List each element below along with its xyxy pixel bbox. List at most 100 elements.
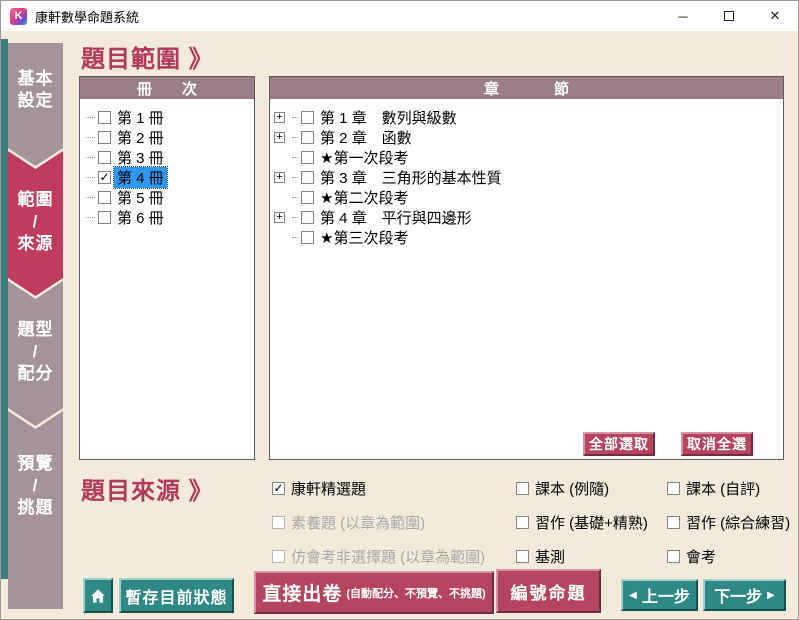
source-option-comprehensive-exam: ✓ 會考 — [664, 547, 716, 565]
maximize-button[interactable] — [706, 1, 752, 31]
volume-label[interactable]: 第 5 冊 — [114, 187, 167, 208]
direct-export-label: 直接出卷 — [262, 579, 342, 606]
source-checkbox[interactable]: ✓ — [272, 516, 285, 529]
next-step-button[interactable]: 下一步 ▶ — [703, 579, 786, 611]
chapter-row: + ✓ ★第二次段考 — [270, 187, 783, 207]
chapter-label[interactable]: ★第三次段考 — [317, 227, 411, 248]
check-icon: ✓ — [99, 171, 109, 183]
volume-checkbox[interactable]: ✓ — [98, 171, 111, 184]
chapter-label[interactable]: ★第二次段考 — [317, 187, 411, 208]
sidebar-tab-preview-pick[interactable]: 預覽 / 挑題 — [8, 411, 63, 609]
chapter-row: + ✓ ★第一次段考 — [270, 147, 783, 167]
source-label: 會考 — [686, 546, 716, 567]
volume-label[interactable]: 第 6 冊 — [114, 207, 167, 228]
chapter-checkbox[interactable]: ✓ — [301, 151, 314, 164]
source-label: 習作 (基礎+精熟) — [535, 512, 648, 533]
tab-label: 範圍 — [8, 189, 63, 211]
source-checkbox[interactable]: ✓ — [667, 550, 680, 563]
source-option-textbook-selfeval: ✓ 課本 (自評) — [664, 479, 760, 497]
left-arrow-icon: ◀ — [629, 590, 637, 601]
chapter-checkbox[interactable]: ✓ — [301, 131, 314, 144]
expand-icon[interactable]: + — [274, 112, 285, 123]
close-button[interactable]: ✕ — [752, 1, 798, 31]
tab-label: / — [8, 211, 63, 233]
question-source-title: 題目來源 》 — [81, 471, 214, 506]
source-checkbox[interactable]: ✓ — [272, 482, 285, 495]
volume-label[interactable]: 第 4 冊 — [114, 167, 167, 188]
chapter-label[interactable]: 第 4 章 平行與四邊形 — [317, 207, 475, 228]
app-icon: K — [10, 8, 27, 25]
home-button[interactable] — [83, 578, 113, 613]
source-label: 基測 — [535, 546, 565, 567]
volume-row: ✓ 第 4 冊 — [80, 167, 254, 187]
volume-checkbox[interactable]: ✓ — [98, 111, 111, 124]
source-label: 習作 (綜合練習) — [686, 512, 790, 533]
expand-icon[interactable]: + — [274, 212, 285, 223]
direct-export-sublabel: (自動配分、不預覽、不挑題) — [346, 585, 485, 601]
source-option-textbook-example: ✓ 課本 (例隨) — [513, 479, 609, 497]
volume-checkbox[interactable]: ✓ — [98, 211, 111, 224]
numbering-button[interactable]: 編號命題 — [496, 569, 601, 613]
chapter-row: + ✓ 第 3 章 三角形的基本性質 — [270, 167, 783, 187]
volume-row: ✓ 第 3 冊 — [80, 147, 254, 167]
source-option-workbook-comprehensive: ✓ 習作 (綜合練習) — [664, 513, 790, 531]
chapter-panel-header: 章 節 — [270, 77, 783, 99]
source-label: 仿會考非選擇題 (以章為範圍) — [291, 546, 485, 567]
source-checkbox[interactable]: ✓ — [272, 550, 285, 563]
source-checkbox[interactable]: ✓ — [667, 516, 680, 529]
sidebar-tab-basic-settings[interactable]: 基本 設定 — [8, 43, 63, 166]
window-title: 康軒數學命題系統 — [35, 7, 139, 26]
tab-label: 配分 — [8, 363, 63, 385]
select-all-button[interactable]: 全部選取 — [583, 432, 655, 456]
source-option-mock-exam: ✓ 仿會考非選擇題 (以章為範圍) — [269, 547, 485, 565]
direct-export-button[interactable]: 直接出卷 (自動配分、不預覽、不挑題) — [254, 571, 494, 614]
source-checkbox[interactable]: ✓ — [516, 550, 529, 563]
minimize-button[interactable]: ─ — [660, 1, 706, 31]
chapter-checkbox[interactable]: ✓ — [301, 191, 314, 204]
chapter-label[interactable]: 第 1 章 數列與級數 — [317, 107, 460, 128]
tab-label: 挑題 — [8, 497, 63, 519]
volume-label[interactable]: 第 1 冊 — [114, 107, 167, 128]
volume-row: ✓ 第 2 冊 — [80, 127, 254, 147]
volume-label[interactable]: 第 3 冊 — [114, 147, 167, 168]
chapter-tree: + ✓ 第 1 章 數列與級數 + ✓ 第 2 章 函數 + ✓ ★第一次段考 — [270, 99, 783, 247]
tab-label: 預覽 — [8, 453, 63, 475]
deselect-all-button[interactable]: 取消全選 — [681, 432, 753, 456]
close-icon: ✕ — [770, 8, 781, 24]
chapter-label[interactable]: 第 2 章 函數 — [317, 127, 415, 148]
chapter-label[interactable]: 第 3 章 三角形的基本性質 — [317, 167, 505, 188]
volume-label[interactable]: 第 2 冊 — [114, 127, 167, 148]
chapter-row: + ✓ 第 1 章 數列與級數 — [270, 107, 783, 127]
chapter-row: + ✓ 第 4 章 平行與四邊形 — [270, 207, 783, 227]
chapter-checkbox[interactable]: ✓ — [301, 231, 314, 244]
source-option-basic-test: ✓ 基測 — [513, 547, 565, 565]
volume-checkbox[interactable]: ✓ — [98, 151, 111, 164]
chapter-checkbox[interactable]: ✓ — [301, 211, 314, 224]
sidebar-tab-question-types[interactable]: 題型 / 配分 — [8, 281, 63, 426]
volume-checkbox[interactable]: ✓ — [98, 131, 111, 144]
save-state-button[interactable]: 暫存目前狀態 — [119, 578, 234, 613]
volume-panel: 冊 次 ✓ 第 1 冊 ✓ 第 2 冊 ✓ 第 3 冊 — [79, 76, 255, 460]
source-checkbox[interactable]: ✓ — [516, 516, 529, 529]
chapter-label[interactable]: ★第一次段考 — [317, 147, 411, 168]
right-arrow-icon: ▶ — [767, 590, 775, 601]
chapter-row: + ✓ ★第三次段考 — [270, 227, 783, 247]
home-icon — [89, 587, 107, 605]
source-label: 課本 (自評) — [686, 478, 760, 499]
expand-icon[interactable]: + — [274, 132, 285, 143]
source-checkbox[interactable]: ✓ — [667, 482, 680, 495]
sidebar-tab-range-source[interactable]: 範圍 / 來源 — [8, 151, 63, 296]
chapter-checkbox[interactable]: ✓ — [301, 171, 314, 184]
expand-icon[interactable]: + — [274, 172, 285, 183]
question-range-title: 題目範圍 》 — [81, 39, 214, 74]
volume-row: ✓ 第 6 冊 — [80, 207, 254, 227]
chapter-checkbox[interactable]: ✓ — [301, 111, 314, 124]
volume-row: ✓ 第 1 冊 — [80, 107, 254, 127]
previous-step-button[interactable]: ◀ 上一步 — [621, 579, 698, 611]
volume-checkbox[interactable]: ✓ — [98, 191, 111, 204]
chapter-header-right: 節 — [554, 78, 569, 99]
tab-label: / — [8, 341, 63, 363]
source-option-kanghsuan: ✓ 康軒精選題 — [269, 479, 366, 497]
source-checkbox[interactable]: ✓ — [516, 482, 529, 495]
source-label: 課本 (例隨) — [535, 478, 609, 499]
